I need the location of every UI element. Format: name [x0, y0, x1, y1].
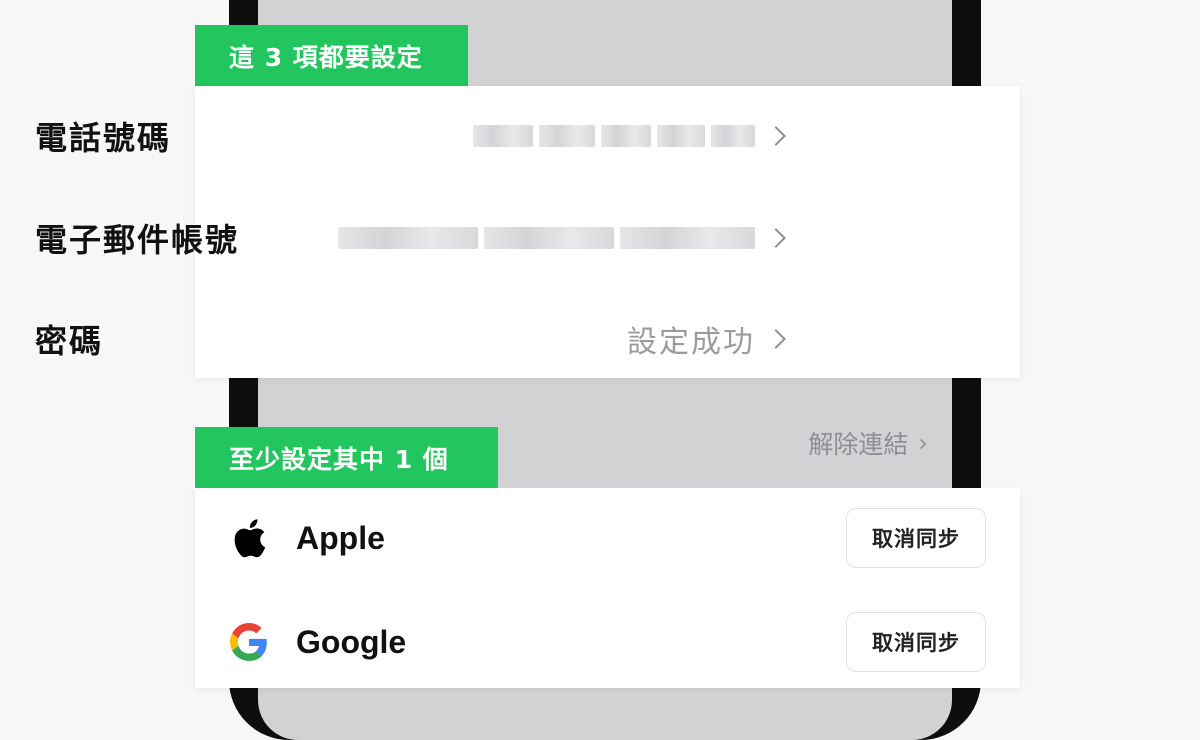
phone-number-value-blurred [473, 124, 755, 148]
email-row[interactable]: 電子郵件帳號 [0, 188, 825, 288]
google-account-name: Google [296, 623, 407, 660]
password-label: 密碼 [35, 322, 104, 360]
linked-accounts-card: Apple 取消同步 Google 取消同步 [195, 488, 1020, 688]
apple-account-row: Apple 取消同步 [195, 488, 1020, 588]
email-label: 電子郵件帳號 [35, 221, 240, 259]
chevron-right-icon [766, 126, 786, 146]
apple-account-name: Apple [296, 519, 385, 556]
required-settings-badge: 這 3 項都要設定 [195, 25, 468, 86]
phone-number-row[interactable]: 電話號碼 [0, 86, 825, 186]
unlink-label: 解除連結 [808, 430, 909, 459]
password-status: 設定成功 [627, 325, 755, 360]
email-value-blurred [338, 226, 755, 250]
apple-icon [229, 518, 269, 558]
apple-unsync-button[interactable]: 取消同步 [846, 508, 986, 568]
phone-number-label: 電話號碼 [35, 119, 172, 157]
password-row[interactable]: 密碼 設定成功 [0, 289, 825, 389]
chevron-right-icon [766, 329, 786, 349]
chevron-right-icon: › [918, 429, 928, 457]
google-unsync-button[interactable]: 取消同步 [846, 612, 986, 672]
at-least-one-badge: 至少設定其中 1 個 [195, 427, 498, 488]
google-account-row: Google 取消同步 [195, 592, 1020, 692]
google-icon [229, 622, 269, 662]
chevron-right-icon [766, 228, 786, 248]
